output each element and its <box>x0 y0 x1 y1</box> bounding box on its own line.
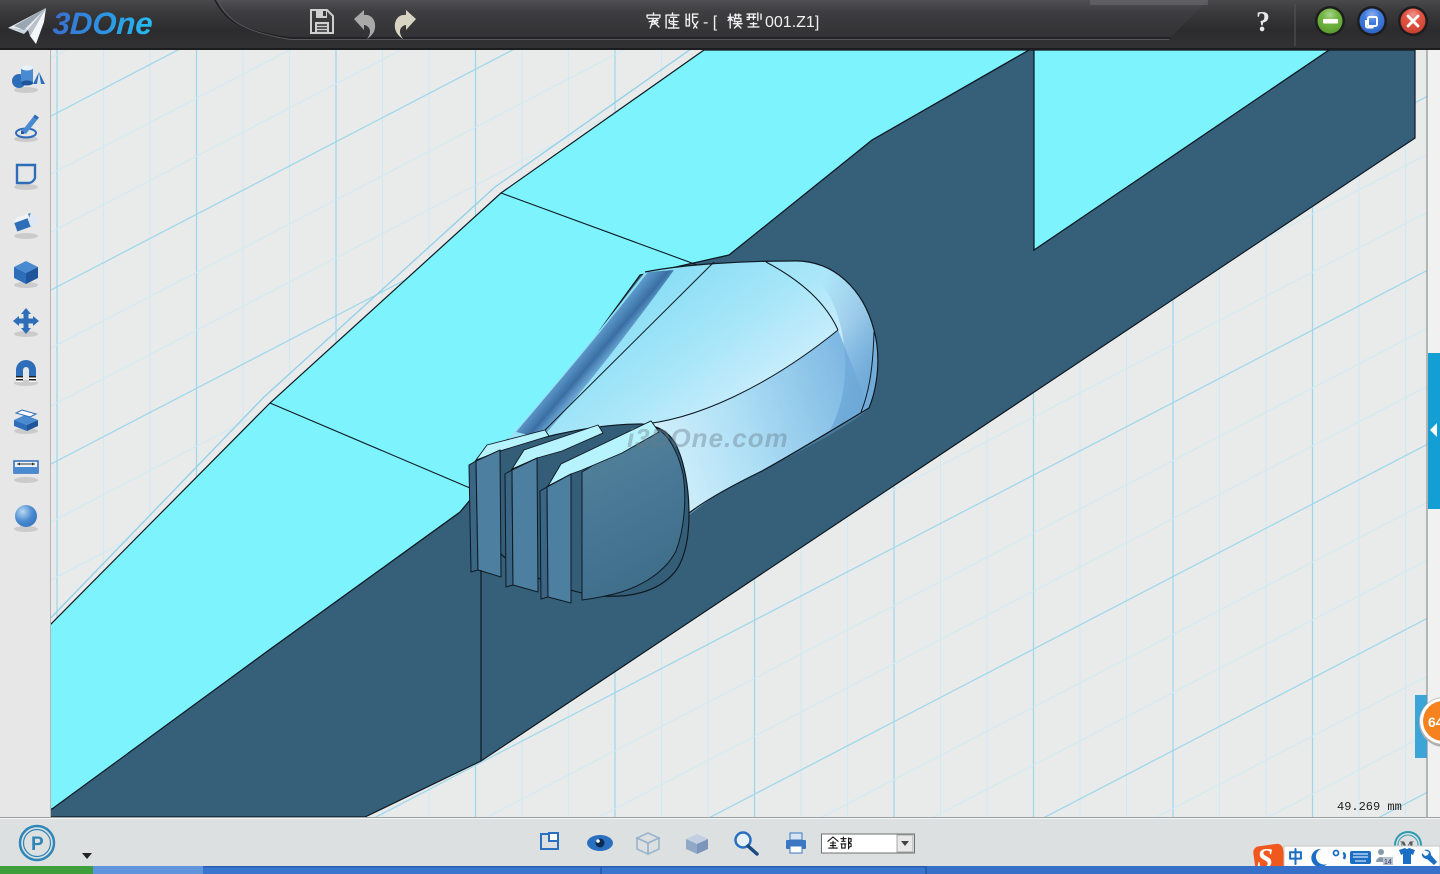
svg-text:?: ? <box>1256 7 1270 38</box>
svg-text:- [: - [ <box>703 14 718 31</box>
svg-text:i3DOne.com: i3DOne.com <box>627 423 789 453</box>
svg-text:S: S <box>1257 843 1273 866</box>
svg-text:P: P <box>31 834 44 855</box>
svg-text:3DOne: 3DOne <box>52 6 154 41</box>
svg-text:49.269 mm: 49.269 mm <box>1337 800 1402 814</box>
svg-text:001.Z1]: 001.Z1] <box>765 14 819 31</box>
svg-text:14: 14 <box>1384 859 1392 866</box>
svg-text:64: 64 <box>1428 714 1440 730</box>
